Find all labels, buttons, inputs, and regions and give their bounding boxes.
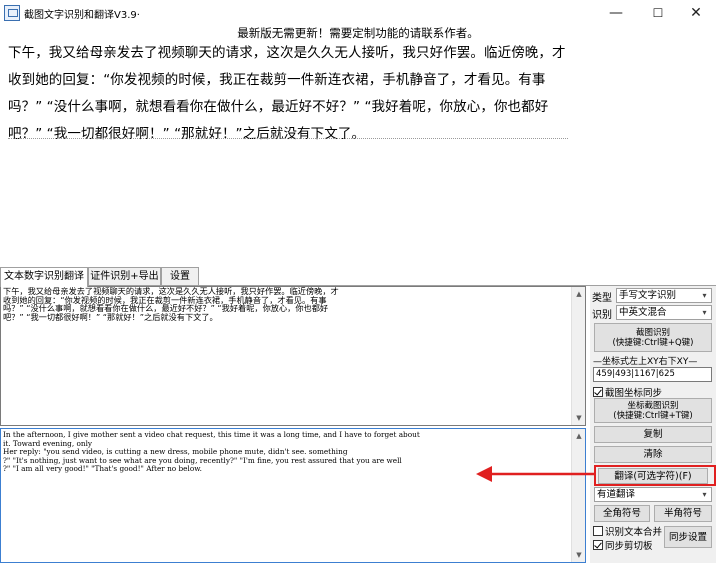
- translation-scrollbar[interactable]: ▲ ▼: [571, 429, 585, 562]
- preview-line: 吧？” “我一切都很好啊！” “那就好！”之后就没有下文了。: [8, 126, 366, 142]
- title-bar: 截图文字识别和翻译V3.9· — ☐ ✕: [0, 0, 716, 26]
- sync-settings-button[interactable]: 同步设置: [664, 526, 712, 548]
- tab-settings[interactable]: 设置: [161, 267, 199, 286]
- ocr-text: 下午，我又给母亲发去了视频聊天的请求，这次是久久无人接听，我只好作罢。临近傍晚，…: [3, 287, 573, 321]
- window-title: 截图文字识别和翻译V3.9·: [24, 10, 140, 21]
- fullwidth-symbol-button[interactable]: 全角符号: [594, 505, 650, 522]
- checkbox-label: 截图坐标同步: [605, 388, 663, 399]
- copy-button[interactable]: 复制: [594, 426, 712, 443]
- arrow-head: [476, 466, 492, 482]
- maximize-button[interactable]: ☐: [638, 0, 678, 26]
- ocr-line: 吧？” “我一切都很好啊！” “那就好！”之后就没有下文了。: [3, 311, 218, 321]
- checkbox-unchecked-icon: [593, 526, 603, 536]
- clear-button[interactable]: 清除: [594, 446, 712, 463]
- type-label: 类型: [592, 293, 612, 304]
- update-notice: 最新版无需更新！需要定制功能的请联系作者。: [237, 26, 479, 40]
- coord-section-title: —坐标式左上XY右下XY—: [593, 357, 698, 367]
- chevron-down-icon: ▾: [702, 308, 707, 317]
- type-select-value: 手写文字识别: [619, 290, 677, 301]
- coordinate-capture-button[interactable]: 坐标截图识别 (快捷键:Ctrl键+T键): [594, 398, 712, 423]
- app-icon: [4, 5, 20, 21]
- preview-line: 收到她的回复：“你发视频的时候，我正在裁剪一件新连衣裙，手机静音了，才看见。有事: [8, 72, 546, 88]
- language-select[interactable]: 中英文混合 ▾: [616, 305, 712, 320]
- translation-engine-select[interactable]: 有道翻译 ▾: [594, 487, 712, 502]
- translation-textarea[interactable]: In the afternoon, I give mother sent a v…: [0, 428, 586, 563]
- scroll-up-icon[interactable]: ▲: [572, 287, 585, 301]
- text-preview: 下午，我又给母亲发去了视频聊天的请求，这次是久久无人接听，我只好作罢。临近傍晚，…: [8, 40, 568, 142]
- scroll-down-icon[interactable]: ▼: [572, 411, 585, 425]
- ocr-scrollbar[interactable]: ▲ ▼: [571, 287, 585, 425]
- sync-coordinate-checkbox[interactable]: 截图坐标同步: [593, 385, 662, 399]
- button-shortcut: (快捷键:Ctrl键+Q键): [612, 337, 694, 348]
- button-shortcut: (快捷键:Ctrl键+T键): [613, 410, 693, 421]
- screenshot-recognize-button[interactable]: 截图识别 (快捷键:Ctrl键+Q键): [594, 323, 712, 352]
- button-label: 截图识别: [635, 327, 670, 338]
- ocr-result-textarea[interactable]: 下午，我又给母亲发去了视频聊天的请求，这次是久久无人接听，我只好作罢。临近傍晚，…: [0, 286, 586, 426]
- button-label: 坐标截图识别: [627, 400, 679, 411]
- checkbox-checked-icon: [593, 540, 603, 550]
- type-select[interactable]: 手写文字识别 ▾: [616, 288, 712, 303]
- minimize-button[interactable]: —: [596, 0, 636, 26]
- halfwidth-symbol-button[interactable]: 半角符号: [654, 505, 712, 522]
- close-button[interactable]: ✕: [676, 0, 716, 26]
- annotation-arrow-icon: [476, 466, 594, 482]
- checkbox-checked-icon: [593, 387, 603, 397]
- checkbox-label: 识别文本合并: [605, 527, 663, 538]
- preview-line: 吗？” “没什么事啊，就想看看你在做什么，最近好不好？” “我好着呢，你放心，你…: [8, 99, 549, 115]
- language-select-value: 中英文混合: [619, 307, 667, 318]
- sync-clipboard-checkbox[interactable]: 同步剪切板: [593, 538, 653, 552]
- merge-text-checkbox[interactable]: 识别文本合并: [593, 524, 662, 538]
- translate-button-highlight: [594, 465, 716, 486]
- coordinate-input[interactable]: 459|493|1167|625: [593, 367, 712, 382]
- chevron-down-icon: ▾: [702, 291, 707, 300]
- preview-divider: [8, 138, 568, 139]
- chevron-down-icon: ▾: [702, 490, 707, 499]
- checkbox-label: 同步剪切板: [605, 541, 653, 552]
- control-panel: 类型 手写文字识别 ▾ 识别 中英文混合 ▾ 截图识别 (快捷键:Ctrl键+Q…: [590, 286, 716, 563]
- engine-select-value: 有道翻译: [597, 489, 636, 500]
- tab-text-recognition[interactable]: 文本数字识别翻译: [0, 267, 88, 287]
- preview-line: 下午，我又给母亲发去了视频聊天的请求，这次是久久无人接听，我只好作罢。临近傍晚，…: [8, 45, 566, 61]
- recognition-label: 识别: [592, 310, 612, 321]
- tab-id-recognition[interactable]: 证件识别+导出: [88, 267, 161, 286]
- scroll-down-icon[interactable]: ▼: [572, 548, 585, 562]
- scroll-up-icon[interactable]: ▲: [572, 429, 585, 443]
